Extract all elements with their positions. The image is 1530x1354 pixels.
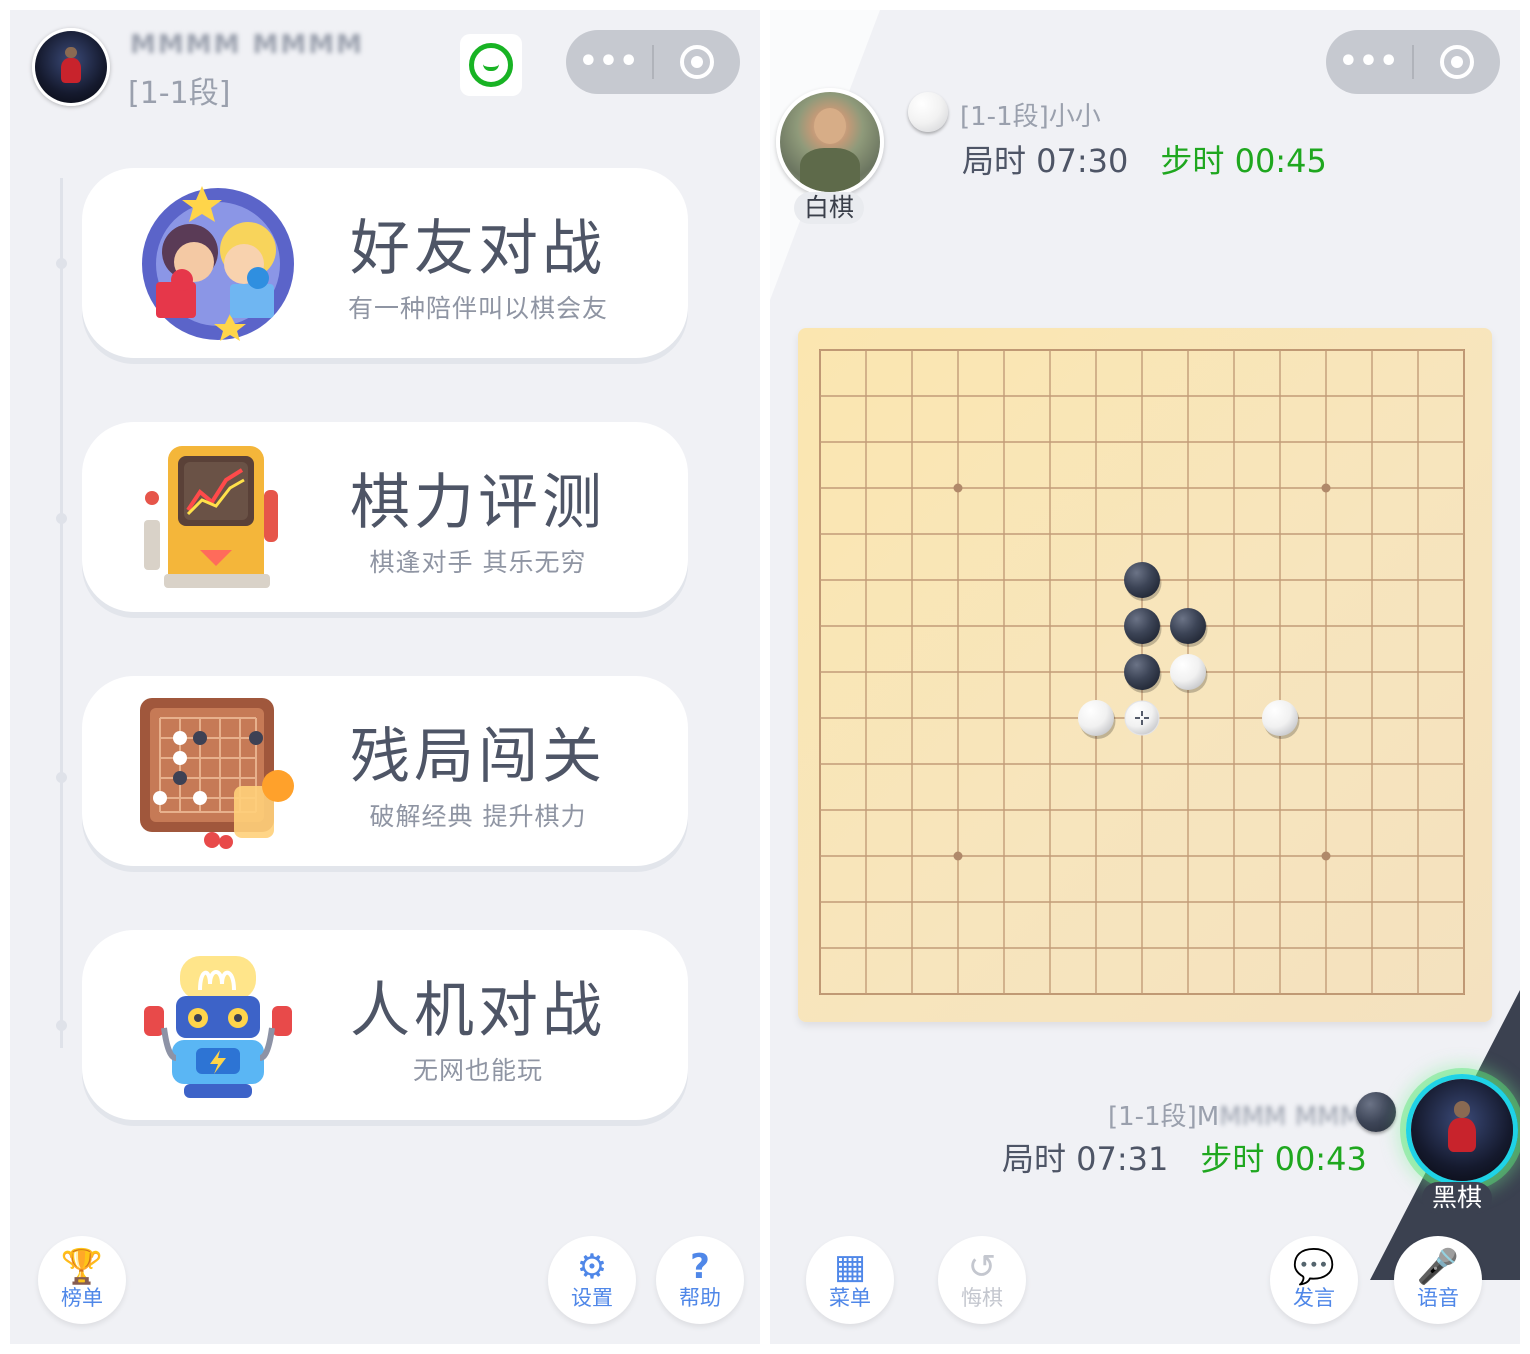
black-timer: 局时 07:31 步时 00:43: [1002, 1134, 1367, 1180]
black-stone: [1124, 608, 1160, 644]
user-rank: [1-1段]: [128, 76, 231, 111]
menu-card-endgame[interactable]: 残局闯关 破解经典 提升棋力: [82, 676, 688, 866]
white-stone-indicator: [908, 92, 948, 132]
close-mini-program-button[interactable]: [654, 45, 740, 79]
menu-card-subtitle: 有一种陪伴叫以棋会友: [347, 294, 608, 323]
voice-button[interactable]: 🎤 语音: [1394, 1236, 1482, 1324]
black-stone: [1170, 608, 1206, 644]
star-point: [1321, 851, 1331, 861]
menu-card-subtitle: 破解经典 提升棋力: [369, 802, 587, 831]
chat-label: 发言: [1293, 1286, 1335, 1310]
gear-icon: ⚙: [576, 1247, 608, 1287]
timeline-dot: [56, 1020, 67, 1031]
white-stone: [1262, 700, 1298, 736]
menu-card-title: 残局闯关: [350, 722, 606, 792]
star-point: [1321, 483, 1331, 493]
close-mini-program-button[interactable]: [1414, 45, 1500, 79]
undo-button[interactable]: ↺ 悔棋: [938, 1236, 1026, 1324]
target-icon: [1440, 45, 1474, 79]
help-button[interactable]: ? 帮助: [656, 1236, 744, 1324]
white-player-name: [1-1段]小小: [960, 102, 1101, 132]
menu-card-subtitle: 棋逢对手 其乐无穷: [369, 548, 587, 577]
black-player-name: [1-1段]MMMM MMM...: [1108, 1096, 1387, 1133]
menu-card-title: 人机对战: [350, 976, 606, 1046]
gomoku-board[interactable]: [798, 328, 1492, 1022]
menu-label: 菜单: [829, 1286, 871, 1310]
black-name-prefix: [1-1段]M: [1108, 1102, 1220, 1132]
leaderboard-button[interactable]: 🏆 榜单: [38, 1236, 126, 1324]
robot-icon: [144, 956, 292, 1098]
timeline-line: [60, 178, 63, 1048]
grid-menu-icon: ▦: [833, 1247, 867, 1287]
white-timer: 局时 07:30 步时 00:45: [962, 136, 1327, 182]
white-step-time: 步时 00:45: [1160, 142, 1327, 180]
black-stone: [1124, 562, 1160, 598]
game-screen: ••• 白棋 [1-1段]小小 局时 07:30 步时 00:45 [1-1段]M…: [770, 10, 1520, 1344]
white-player-avatar[interactable]: [776, 88, 884, 196]
menu-card-skill-rating[interactable]: 棋力评测 棋逢对手 其乐无穷: [82, 422, 688, 612]
trophy-icon: 🏆: [60, 1247, 104, 1287]
board-grid[interactable]: [798, 328, 1492, 1022]
more-options-button[interactable]: •••: [1326, 30, 1412, 94]
rating-machine-icon: [144, 446, 278, 588]
placement-cursor: [1124, 700, 1160, 736]
chat-button[interactable]: 💬 发言: [1270, 1236, 1358, 1324]
microphone-icon: 🎤: [1416, 1247, 1460, 1287]
menu-card-friend-battle[interactable]: 好友对战 有一种陪伴叫以棋会友: [82, 168, 688, 358]
undo-icon: ↺: [967, 1247, 997, 1287]
star-point: [953, 483, 963, 493]
undo-label: 悔棋: [961, 1286, 1003, 1310]
endgame-board-icon: [140, 698, 294, 849]
wechat-chat-icon[interactable]: [460, 34, 522, 96]
white-side-tag: 白棋: [794, 192, 865, 224]
user-avatar[interactable]: [32, 28, 110, 106]
white-round-time: 局时 07:30: [962, 142, 1129, 180]
mini-program-capsule: •••: [566, 30, 740, 94]
speech-bubble-icon: 💬: [1292, 1247, 1336, 1287]
user-name: MMMM MMMM: [130, 30, 365, 60]
black-stone-indicator: [1356, 1092, 1396, 1132]
timeline-dot: [56, 513, 67, 524]
target-icon: [680, 45, 714, 79]
white-stone: [1078, 700, 1114, 736]
timeline-dot: [56, 772, 67, 783]
settings-label: 设置: [571, 1286, 613, 1310]
menu-card-title: 好友对战: [350, 214, 606, 284]
friends-battle-icon: [142, 186, 294, 341]
black-stone: [1124, 654, 1160, 690]
white-stone: [1170, 654, 1206, 690]
help-label: 帮助: [679, 1286, 721, 1310]
voice-label: 语音: [1417, 1286, 1459, 1310]
mini-program-capsule: •••: [1326, 30, 1500, 94]
menu-card-title: 棋力评测: [350, 468, 606, 538]
settings-button[interactable]: ⚙ 设置: [548, 1236, 636, 1324]
black-player-avatar[interactable]: [1406, 1074, 1518, 1186]
leaderboard-label: 榜单: [61, 1286, 103, 1310]
black-side-tag: 黑棋: [1422, 1182, 1493, 1214]
lobby-screen: MMMM MMMM [1-1段] ••• 好友对战 有一种陪伴叫以棋会友 棋力评…: [10, 10, 760, 1344]
menu-card-ai-battle[interactable]: 人机对战 无网也能玩: [82, 930, 688, 1120]
menu-card-subtitle: 无网也能玩: [412, 1056, 543, 1085]
black-name-blurred: MMM MMM: [1219, 1102, 1363, 1132]
question-mark-icon: ?: [690, 1247, 710, 1287]
more-options-button[interactable]: •••: [566, 30, 652, 94]
black-round-time: 局时 07:31: [1002, 1140, 1169, 1178]
menu-button[interactable]: ▦ 菜单: [806, 1236, 894, 1324]
star-point: [953, 851, 963, 861]
timeline-dot: [56, 258, 67, 269]
black-step-time: 步时 00:43: [1200, 1140, 1367, 1178]
